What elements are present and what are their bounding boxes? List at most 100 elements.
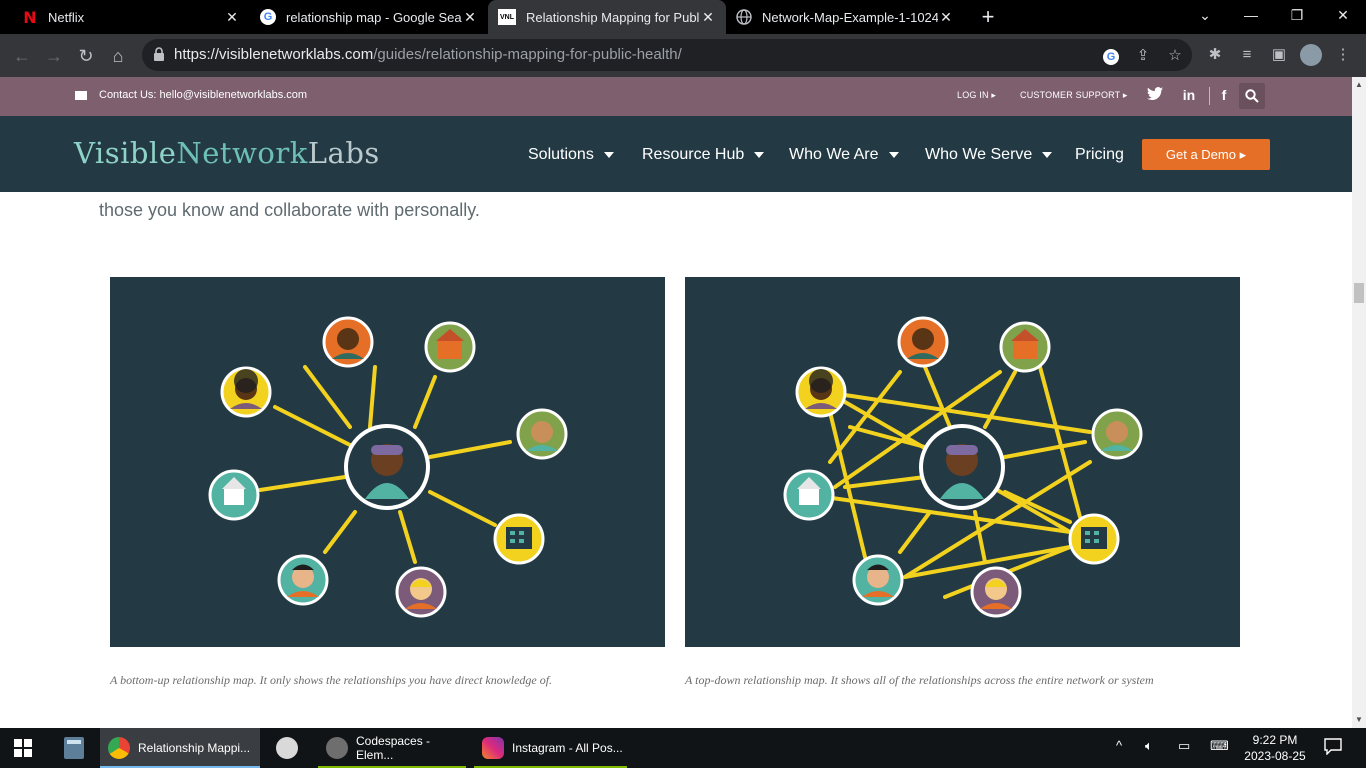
login-link[interactable]: LOG IN ▸ (957, 90, 996, 101)
menu-kebab-icon[interactable]: ⋮ (1332, 44, 1354, 66)
tray-overflow-chevron-icon[interactable]: ^ (1116, 738, 1122, 753)
taskbar-app-instagram[interactable]: Instagram - All Pos... (474, 728, 627, 768)
top-down-map-image (685, 277, 1240, 647)
clock-app-icon[interactable] (276, 737, 298, 759)
nav-solutions[interactable]: Solutions (528, 146, 614, 164)
close-icon[interactable]: ✕ (700, 9, 716, 25)
site-topbar: Contact Us: hello@visiblenetworklabs.com… (0, 77, 1352, 116)
media-control-icon[interactable]: ≡ (1236, 44, 1258, 66)
back-button[interactable]: ← (8, 42, 36, 70)
caret-down-icon (888, 151, 899, 158)
tab-title: Network-Map-Example-1-1024x683 (762, 9, 938, 25)
lock-icon (154, 47, 164, 61)
tab-relationship-mapping[interactable]: VNL Relationship Mapping for Public Heal… (488, 0, 726, 34)
search-icon (1245, 89, 1259, 103)
scroll-down-arrow-icon[interactable]: ▼ (1352, 714, 1366, 726)
tab-google-search[interactable]: G relationship map - Google Search ✕ (250, 0, 488, 34)
bookmark-star-icon[interactable]: ☆ (1164, 45, 1186, 67)
share-icon[interactable]: ⇪ (1132, 45, 1154, 67)
home-icon[interactable]: ⌂ (104, 42, 132, 70)
church-node-left (208, 469, 260, 521)
nav-pricing[interactable]: Pricing (1075, 146, 1124, 164)
system-clock[interactable]: 9:22 PM 2023-08-25 (1242, 732, 1308, 764)
profile-avatar[interactable] (1300, 44, 1322, 66)
get-a-demo-button[interactable]: Get a Demo ▸ (1142, 139, 1270, 170)
mail-icon (75, 90, 87, 100)
site-logo[interactable]: VisibleNetworkLabs (74, 136, 380, 170)
extensions-icon[interactable]: ✱ (1204, 44, 1226, 66)
address-bar[interactable]: https://visiblenetworklabs.com/guides/re… (142, 39, 1192, 71)
building-node-top-right (999, 321, 1051, 373)
nav-who-we-serve[interactable]: Who We Serve (925, 146, 1053, 164)
notifications-icon[interactable] (1324, 737, 1342, 758)
restore-button[interactable]: ❐ (1274, 0, 1320, 30)
globe-icon (736, 9, 752, 25)
netflix-icon: N (23, 7, 37, 27)
google-icon: G (260, 9, 276, 25)
windows-start-icon[interactable] (14, 739, 32, 762)
person-node-top (322, 316, 374, 368)
scroll-up-arrow-icon[interactable]: ▲ (1352, 79, 1366, 91)
tab-network-map-image[interactable]: Network-Map-Example-1-1024x683 ✕ (726, 0, 964, 34)
close-icon[interactable]: ✕ (224, 9, 240, 25)
close-icon[interactable]: ✕ (462, 9, 478, 25)
logo-part-labs: Labs (307, 136, 380, 170)
person-node-right (516, 408, 568, 460)
scrollbar-thumb[interactable] (1354, 283, 1364, 303)
customer-support-link[interactable]: CUSTOMER SUPPORT ▸ (1020, 90, 1128, 101)
search-button[interactable] (1239, 83, 1265, 109)
person-node-bottom-left (277, 554, 329, 606)
nav-who-we-are[interactable]: Who We Are (789, 146, 899, 164)
taskbar-app-chrome[interactable]: Relationship Mappi... (100, 728, 260, 768)
caret-down-icon (1042, 151, 1053, 158)
center-person-node (344, 424, 430, 510)
person-node-bottom (970, 566, 1022, 618)
tab-title: Relationship Mapping for Public Health (526, 9, 700, 25)
twitter-icon[interactable] (1145, 87, 1165, 104)
minimize-button[interactable]: — (1228, 0, 1274, 30)
person-node-top (897, 316, 949, 368)
church-node-left (783, 469, 835, 521)
facebook-icon[interactable]: f (1214, 87, 1234, 103)
office-node-right (493, 513, 545, 565)
chrome-icon (108, 737, 130, 759)
reload-button[interactable]: ↻ (72, 42, 100, 70)
tab-title: Netflix (48, 9, 85, 25)
bottom-up-map-image (110, 277, 665, 647)
calculator-icon[interactable] (64, 737, 84, 759)
windows-taskbar: Relationship Mappi... Codespaces - Elem.… (0, 728, 1366, 768)
tab-strip: N Netflix ✕ G relationship map - Google … (0, 0, 1366, 34)
office-node-right (1068, 513, 1120, 565)
keyboard-icon[interactable]: ⌨ (1210, 738, 1229, 754)
close-window-button[interactable]: ✕ (1320, 0, 1366, 30)
side-panel-icon[interactable]: ▣ (1268, 44, 1290, 66)
divider (1209, 87, 1210, 105)
figure-caption-bottom-up: A bottom-up relationship map. It only sh… (110, 673, 553, 687)
tab-search-chevron-icon[interactable]: ⌄ (1182, 0, 1228, 30)
volume-icon[interactable]: 🔈︎ (1145, 738, 1153, 754)
new-tab-button[interactable]: + (976, 5, 1000, 29)
tab-title: relationship map - Google Search (286, 9, 462, 25)
close-icon[interactable]: ✕ (938, 9, 954, 25)
page-scrollbar[interactable]: ▲ ▼ (1352, 77, 1366, 728)
google-lens-icon[interactable]: G (1100, 45, 1122, 67)
logo-part-network: Network (176, 136, 308, 170)
nav-resource-hub[interactable]: Resource Hub (642, 146, 765, 164)
intro-paragraph: those you know and collaborate with pers… (99, 200, 480, 220)
clock-time: 9:22 PM (1252, 733, 1298, 747)
forward-button[interactable]: → (40, 42, 68, 70)
caret-down-icon (603, 151, 614, 158)
browser-toolbar: ← → ↻ ⌂ https://visiblenetworklabs.com/g… (0, 34, 1366, 77)
main-nav: VisibleNetworkLabs Solutions Resource Hu… (0, 116, 1352, 192)
codespaces-icon (326, 737, 348, 759)
contact-link[interactable]: Contact Us: hello@visiblenetworklabs.com (75, 89, 307, 101)
taskbar-app-codespaces[interactable]: Codespaces - Elem... (318, 728, 466, 768)
person-node-left-top (795, 366, 847, 418)
url-text: https://visiblenetworklabs.com/guides/re… (174, 46, 682, 63)
linkedin-icon[interactable]: in (1179, 87, 1199, 103)
battery-icon[interactable]: ▭ (1178, 738, 1190, 754)
clock-date: 2023-08-25 (1244, 749, 1306, 763)
tab-netflix[interactable]: N Netflix ✕ (12, 0, 250, 34)
vnl-icon: VNL (498, 9, 516, 25)
person-node-right (1091, 408, 1143, 460)
